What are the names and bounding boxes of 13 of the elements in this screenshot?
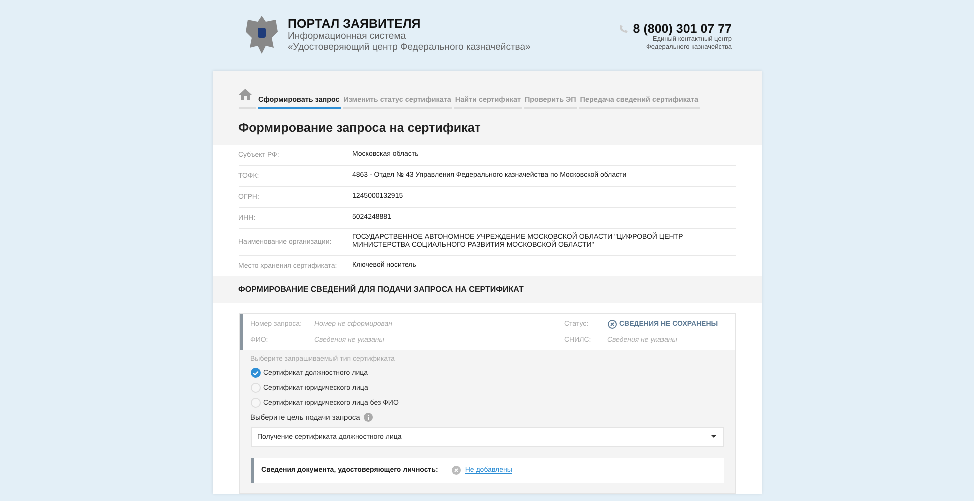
close-circle-icon [452, 466, 462, 475]
info-icon [364, 413, 374, 422]
caret-icon [710, 435, 716, 439]
portal-subtitle: «Удостоверяющий центр Федерального казначейства» [288, 42, 531, 53]
phone-icon [619, 24, 630, 34]
home-icon[interactable] [238, 89, 252, 100]
portal-title: ПОРТАЛ ЗАЯВИТЕЛЯ [288, 17, 422, 31]
page-title: Формирование запроса на сертификат [238, 121, 482, 135]
portal-subtitle: Информационная система [288, 31, 408, 42]
phone-number: 8 (800) 301 07 77 [633, 22, 732, 36]
section-title: ФОРМИРОВАНИЕ СВЕДЕНИЙ ДЛЯ ПОДАЧИ ЗАПРОСА НА СЕРТИФИКАТ [212, 276, 762, 303]
close-circle-icon [608, 320, 616, 329]
radio-button[interactable] [250, 368, 260, 378]
